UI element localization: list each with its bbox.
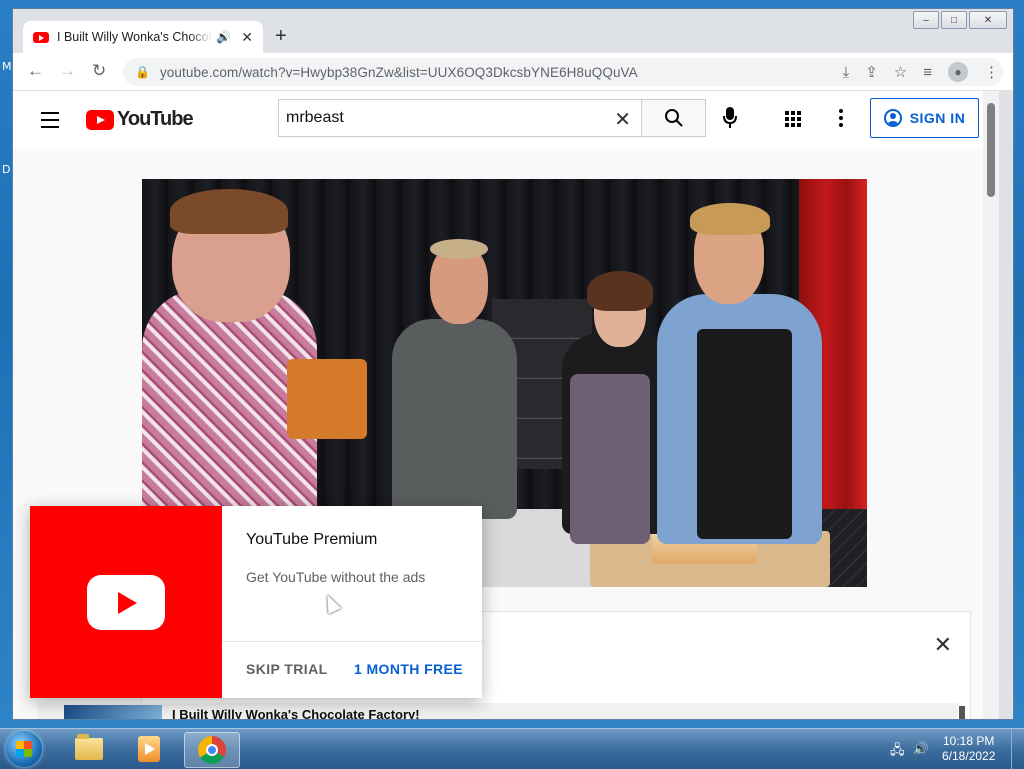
taskbar-chrome[interactable] [184,732,240,768]
premium-description: Get YouTube without the ads [246,569,426,585]
folder-icon [75,734,103,760]
desktop-edge-letter: M [2,60,12,73]
install-app-icon[interactable]: ⤓ [843,64,850,81]
start-button[interactable] [6,731,42,767]
profile-avatar-icon[interactable]: ● [948,62,968,82]
search-input[interactable]: mrbeast ✕ [278,99,642,137]
system-tray: 🖧 🔊 [890,741,929,763]
skip-trial-button[interactable]: SKIP TRIAL [246,661,328,677]
microphone-icon[interactable] [723,107,737,129]
hamburger-menu-icon[interactable] [41,112,59,133]
minimize-button[interactable]: – [913,11,939,29]
account-icon [883,109,902,127]
speaker-icon[interactable]: 🔊 [216,30,231,44]
chrome-menu-icon[interactable]: ⋮ [984,63,999,81]
scrollbar-thumb[interactable] [987,103,995,197]
url-text[interactable]: youtube.com/watch?v=Hwybp38GnZw&list=UUX… [160,65,638,80]
settings-menu-icon[interactable] [839,109,843,130]
address-bar[interactable]: 🔒 youtube.com/watch?v=Hwybp38GnZw&list=U… [123,58,1003,86]
chrome-icon [198,736,226,764]
premium-content: YouTube Premium Get YouTube without the … [222,506,482,698]
volume-icon[interactable]: 🔊 [913,741,929,763]
back-button[interactable]: ← [27,61,44,81]
media-player-icon [138,736,160,762]
window-controls: – □ ✕ [913,11,1007,29]
youtube-play-icon [87,574,165,630]
taskbar-media-player[interactable] [122,732,176,766]
show-desktop-button[interactable] [1011,729,1024,769]
premium-banner [30,506,222,698]
taskbar: 🖧 🔊 10:18 PM 6/18/2022 [0,728,1024,769]
sign-in-label: SIGN IN [909,110,966,126]
browser-tab[interactable]: I Built Willy Wonka's Chocolate Factory!… [23,21,263,53]
clock-time: 10:18 PM [943,734,995,748]
premium-title: YouTube Premium [246,531,378,548]
tab-strip: I Built Willy Wonka's Chocolate Factory!… [13,9,1013,53]
browser-toolbar: ← → ↻ 🔒 youtube.com/watch?v=Hwybp38GnZw&… [13,53,1013,91]
video-thumbnail[interactable] [64,705,162,719]
playlist-scrollbar[interactable] [959,706,965,719]
youtube-header: YouTube mrbeast ✕ SIGN IN [13,91,999,149]
forward-button[interactable]: → [59,61,76,81]
youtube-logo[interactable]: YouTube [86,108,194,131]
close-window-button[interactable]: ✕ [969,11,1007,29]
search-button[interactable] [642,99,706,137]
reload-button[interactable]: ↻ [92,61,106,81]
search-query[interactable]: mrbeast [286,109,344,127]
search-icon [664,109,683,127]
month-free-button[interactable]: 1 MONTH FREE [354,661,463,677]
youtube-logo-text: YouTube [117,108,194,130]
new-tab-button[interactable]: + [275,25,287,48]
lock-icon[interactable]: 🔒 [135,65,150,79]
premium-promo-dialog: YouTube Premium Get YouTube without the … [30,506,482,698]
omnibox-actions: ⤓ ⇪ ☆ ≡ ● ⋮ [843,58,1003,86]
desktop-edge-letter: D [2,163,11,176]
playlist-item[interactable]: I Built Willy Wonka's Chocolate Factory! [38,703,958,719]
apps-grid-icon[interactable] [785,111,801,127]
media-controls-icon[interactable]: ≡ [923,64,932,81]
clock-date: 6/18/2022 [942,749,996,763]
network-icon[interactable]: 🖧 [890,741,905,763]
share-icon[interactable]: ⇪ [865,63,878,81]
playlist-item-title[interactable]: I Built Willy Wonka's Chocolate Factory! [172,707,420,719]
taskbar-explorer[interactable] [62,732,116,766]
bookmark-star-icon[interactable]: ☆ [894,63,907,81]
maximize-button[interactable]: □ [941,11,967,29]
page-scrollbar[interactable] [983,91,999,719]
clock[interactable]: 10:18 PM 6/18/2022 [942,734,995,764]
tab-close-icon[interactable]: ✕ [241,29,253,46]
divider [222,641,482,642]
tab-title: I Built Willy Wonka's Chocolate Factory! [57,30,212,44]
youtube-favicon-icon [33,31,49,43]
youtube-logo-icon [86,109,114,130]
sign-in-button[interactable]: SIGN IN [870,98,979,138]
clear-search-icon[interactable]: ✕ [614,107,631,132]
close-icon[interactable]: ✕ [934,632,952,658]
